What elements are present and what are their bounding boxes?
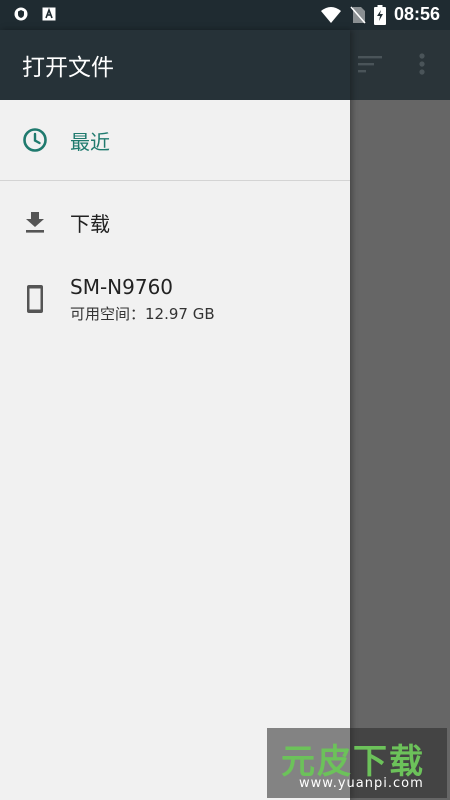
wifi-icon: [320, 6, 341, 23]
sort-icon[interactable]: [358, 54, 384, 74]
shield-notification-icon: [14, 7, 28, 21]
a-notification-icon: [42, 7, 56, 21]
clock-time: 08:56: [393, 4, 440, 24]
download-icon: [22, 209, 48, 235]
clock-icon: [22, 127, 48, 153]
drawer-item-download[interactable]: 下载: [0, 181, 350, 263]
more-vert-icon[interactable]: [418, 52, 426, 76]
battery-charging-icon: [373, 4, 386, 25]
system-icons: 08:56: [320, 4, 440, 25]
drawer-item-device[interactable]: SM-N9760 可用空间：12.97 GB: [0, 263, 350, 335]
notification-icons: [14, 7, 56, 21]
device-free-space: 可用空间：12.97 GB: [70, 304, 215, 323]
drawer-item-recent[interactable]: 最近: [0, 100, 350, 180]
watermark-url: www.yuanpi.com: [299, 776, 424, 791]
drawer-item-label: SM-N9760: [70, 274, 174, 299]
watermark-logo: 元皮下载 www.yuanpi.com: [267, 728, 447, 798]
phone-icon: [22, 285, 48, 313]
app-toolbar: [350, 30, 450, 100]
drawer-item-label: 下载: [70, 211, 110, 236]
drawer-title: 打开文件: [22, 55, 114, 81]
drawer-item-label: 最近: [70, 129, 110, 154]
drawer-header: 打开文件: [0, 30, 350, 100]
scrim-overlay[interactable]: [350, 100, 450, 800]
no-sim-icon: [350, 5, 366, 24]
navigation-drawer: 打开文件 最近 下载 SM-N9760 可用空间：12.97 GB: [0, 30, 350, 800]
status-bar: 08:56: [0, 0, 450, 30]
